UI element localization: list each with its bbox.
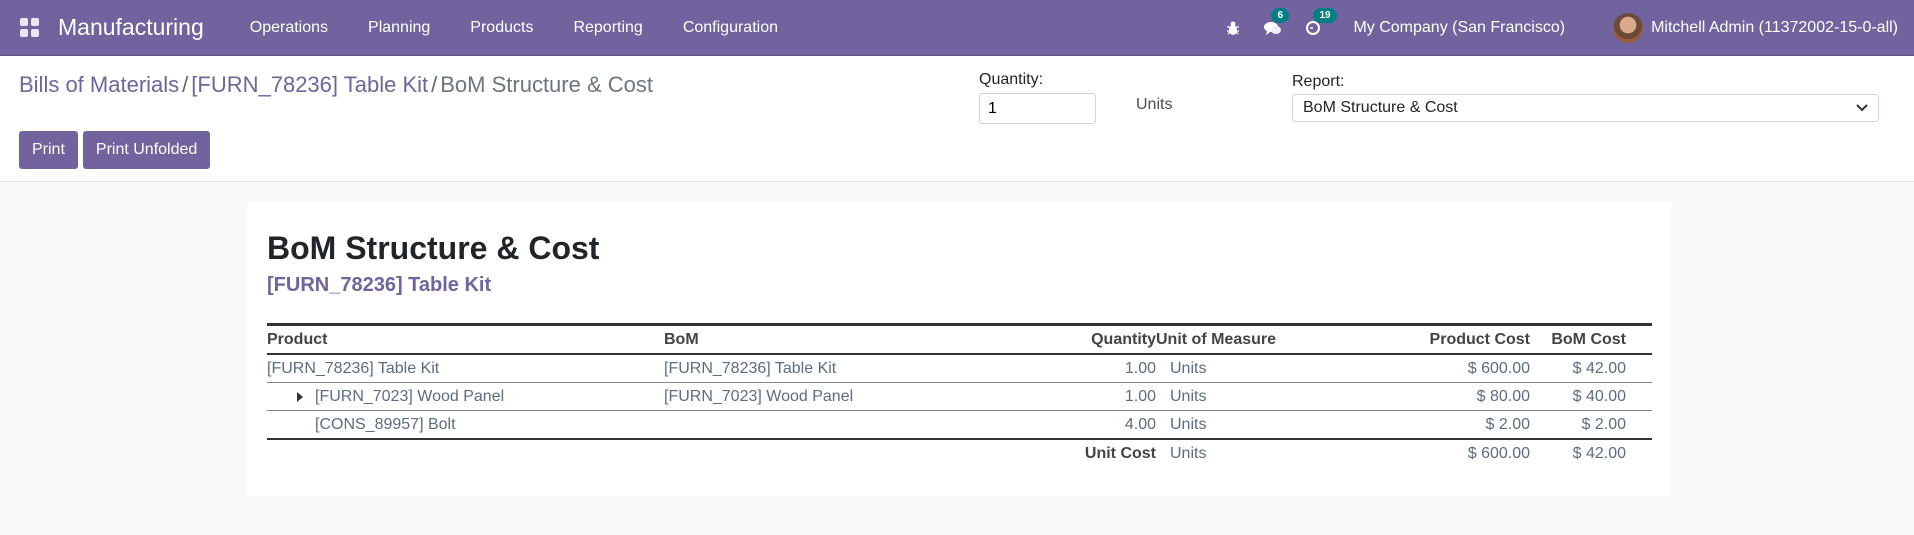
col-uom: Unit of Measure	[1156, 324, 1356, 355]
report-panel: BoM Structure & Cost [FURN_78236] Table …	[247, 202, 1671, 496]
col-product-cost: Product Cost	[1356, 324, 1530, 355]
top-navbar: Manufacturing Operations Planning Produc…	[0, 0, 1914, 56]
quantity-cell: 4.00	[1064, 410, 1156, 440]
uom-cell: Units	[1156, 354, 1356, 383]
quantity-cell: 1.00	[1064, 354, 1156, 383]
menu-operations[interactable]: Operations	[230, 19, 348, 37]
col-bom: BoM	[664, 324, 1064, 355]
systray: 6 19 My Company (San Francisco) Mitchell…	[1225, 0, 1914, 56]
menu-planning[interactable]: Planning	[348, 19, 450, 37]
col-quantity: Quantity	[1064, 324, 1156, 355]
main-menu: Operations Planning Products Reporting C…	[230, 19, 798, 37]
bom-cost-cell: $ 2.00	[1530, 410, 1652, 440]
total-product-cost: $ 600.00	[1467, 445, 1530, 462]
bom-cost-cell: $ 42.00	[1530, 354, 1652, 383]
uom-cell: Units	[1156, 410, 1356, 440]
table-row: [CONS_89957] Bolt 4.00 Units $ 2.00 $ 2.…	[267, 410, 1652, 440]
bug-icon[interactable]	[1225, 20, 1241, 36]
quantity-unit: Units	[1136, 96, 1173, 113]
product-link[interactable]: [FURN_78236] Table Kit	[267, 360, 439, 377]
quantity-input[interactable]	[979, 93, 1096, 124]
bom-link[interactable]: [FURN_78236] Table Kit	[664, 360, 836, 377]
company-switcher[interactable]: My Company (San Francisco)	[1353, 19, 1565, 37]
quantity-label: Quantity:	[979, 71, 1044, 88]
clock-icon[interactable]: 19	[1305, 8, 1337, 36]
user-menu[interactable]: Mitchell Admin (11372002-15-0-all)	[1613, 13, 1898, 43]
bom-cost-cell: $ 40.00	[1530, 382, 1652, 411]
breadcrumb-separator: /	[431, 72, 438, 97]
menu-reporting[interactable]: Reporting	[553, 19, 662, 37]
total-bom-cost: $ 42.00	[1572, 445, 1626, 462]
total-row: Unit Cost Units $ 600.00 $ 42.00	[267, 439, 1652, 467]
app-name[interactable]: Manufacturing	[58, 14, 204, 41]
product-link[interactable]: [FURN_7023] Wood Panel	[315, 388, 504, 405]
bom-link[interactable]: [FURN_7023] Wood Panel	[664, 388, 853, 405]
unit-cost-label: Unit Cost	[1084, 445, 1156, 462]
chat-icon[interactable]: 6	[1263, 8, 1289, 36]
action-buttons: Print Print Unfolded	[19, 131, 211, 169]
avatar	[1613, 13, 1644, 43]
apps-menu-icon[interactable]	[20, 17, 40, 38]
breadcrumb-separator: /	[182, 72, 189, 97]
col-product: Product	[267, 324, 664, 355]
breadcrumb-bills-of-materials[interactable]: Bills of Materials	[19, 72, 179, 97]
uom-cell: Units	[1156, 382, 1356, 411]
control-panel: Bills of Materials / [FURN_78236] Table Ki…	[0, 56, 1914, 182]
breadcrumb: Bills of Materials / [FURN_78236] Table Ki…	[19, 72, 653, 98]
breadcrumb-table-kit[interactable]: [FURN_78236] Table Kit	[191, 72, 428, 97]
print-unfolded-button[interactable]: Print Unfolded	[82, 131, 211, 169]
report-selected-value: BoM Structure & Cost	[1303, 99, 1458, 116]
breadcrumb-current: BoM Structure & Cost	[440, 72, 653, 97]
bom-cell	[664, 410, 1064, 440]
chevron-down-icon	[1856, 104, 1868, 112]
quantity-cell: 1.00	[1064, 382, 1156, 411]
activities-badge: 19	[1313, 8, 1337, 23]
product-cost-cell: $ 80.00	[1356, 382, 1530, 411]
report-select[interactable]: BoM Structure & Cost	[1292, 94, 1879, 122]
col-bom-cost: BoM Cost	[1530, 324, 1652, 355]
menu-products[interactable]: Products	[450, 19, 553, 37]
product-cost-cell: $ 2.00	[1356, 410, 1530, 440]
expand-caret-icon[interactable]	[297, 391, 303, 402]
table-row: [FURN_7023] Wood Panel [FURN_7023] Wood …	[267, 382, 1652, 411]
bom-table: Product BoM Quantity Unit of Measure Pro…	[267, 323, 1652, 467]
print-button[interactable]: Print	[19, 131, 78, 169]
uom-cell: Units	[1170, 445, 1207, 462]
report-label: Report:	[1292, 73, 1345, 90]
table-row: [FURN_78236] Table Kit [FURN_78236] Tabl…	[267, 354, 1652, 383]
table-header: Product BoM Quantity Unit of Measure Pro…	[267, 324, 1652, 355]
user-name: Mitchell Admin (11372002-15-0-all)	[1651, 19, 1898, 36]
product-link[interactable]: [CONS_89957] Bolt	[315, 416, 456, 433]
product-cost-cell: $ 600.00	[1356, 354, 1530, 383]
report-title: BoM Structure & Cost	[267, 230, 600, 266]
report-subtitle[interactable]: [FURN_78236] Table Kit	[267, 274, 491, 297]
menu-configuration[interactable]: Configuration	[663, 19, 798, 37]
messages-badge: 6	[1271, 8, 1289, 23]
